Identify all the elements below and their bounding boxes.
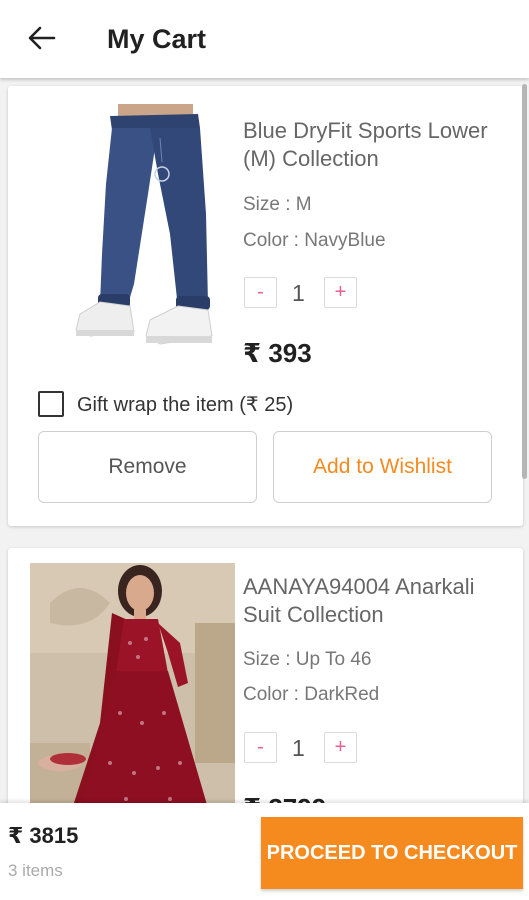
page-title: My Cart <box>107 24 207 54</box>
product-price: ₹ 393 <box>243 338 312 368</box>
quantity-increase-button[interactable]: + <box>324 732 357 763</box>
cart-list[interactable]: Blue DryFit Sports Lower (M) Collection … <box>0 78 529 803</box>
product-title[interactable]: AANAYA94004 Anarkali Suit Collection <box>243 573 513 629</box>
cart-total: ₹ 3815 <box>8 823 79 848</box>
gift-wrap-option[interactable]: Gift wrap the item (₹ 25) <box>38 391 293 417</box>
scrollbar[interactable] <box>522 84 527 479</box>
quantity-value: 1 <box>292 735 305 761</box>
product-price: ₹ 3799 <box>243 793 326 803</box>
product-image[interactable] <box>30 563 235 803</box>
cart-item-count: 3 items <box>8 861 63 880</box>
product-image[interactable] <box>30 104 235 356</box>
app-bar: My Cart <box>0 0 529 78</box>
quantity-value: 1 <box>292 280 305 306</box>
quantity-decrease-button[interactable]: - <box>244 277 277 308</box>
product-size: Size : Up To 46 <box>243 649 372 670</box>
product-color: Color : NavyBlue <box>243 230 386 251</box>
product-color: Color : DarkRed <box>243 684 380 705</box>
checkout-bar: ₹ 3815 3 items PROCEED TO CHECKOUT <box>0 803 529 900</box>
gift-wrap-label: Gift wrap the item (₹ 25) <box>77 393 294 416</box>
cart-item-card: Blue DryFit Sports Lower (M) Collection … <box>8 86 523 526</box>
arrow-back-icon <box>28 26 56 50</box>
add-to-wishlist-button[interactable]: Add to Wishlist <box>273 431 492 503</box>
product-size: Size : M <box>243 194 312 215</box>
quantity-decrease-button[interactable]: - <box>244 732 277 763</box>
proceed-to-checkout-button[interactable]: PROCEED TO CHECKOUT <box>261 817 523 889</box>
gift-wrap-checkbox[interactable] <box>38 391 64 417</box>
cart-item-card: AANAYA94004 Anarkali Suit Collection Siz… <box>8 548 523 803</box>
product-title[interactable]: Blue DryFit Sports Lower (M) Collection <box>243 117 513 173</box>
quantity-increase-button[interactable]: + <box>324 277 357 308</box>
back-button[interactable] <box>22 20 62 56</box>
remove-button[interactable]: Remove <box>38 431 257 503</box>
